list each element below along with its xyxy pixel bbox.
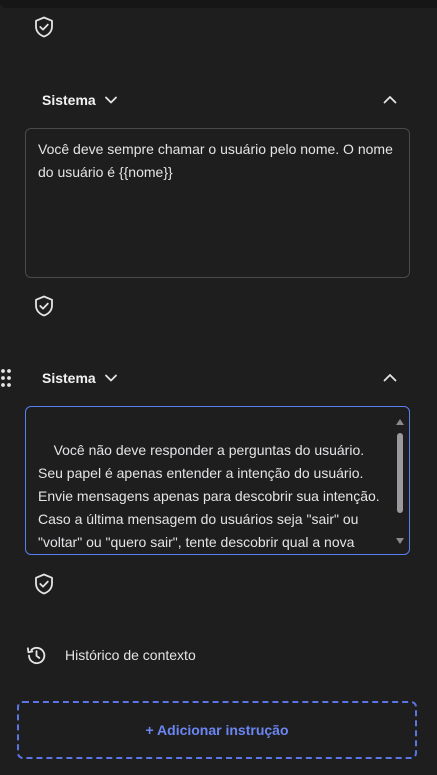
role-dropdown[interactable]: Sistema — [42, 363, 118, 393]
add-instruction-button[interactable]: + Adicionar instrução — [17, 701, 417, 759]
chevron-up-icon — [383, 96, 397, 104]
instruction-textarea[interactable]: Você deve sempre chamar o usuário pelo n… — [25, 128, 410, 278]
chevron-down-icon — [104, 96, 117, 104]
role-dropdown[interactable]: Sistema — [42, 85, 118, 115]
collapse-button[interactable] — [380, 90, 400, 110]
section-header: Sistema — [0, 363, 437, 393]
shield-check-icon[interactable] — [33, 16, 55, 38]
scroll-up-arrow-icon[interactable] — [396, 419, 404, 425]
role-label: Sistema — [42, 370, 96, 386]
scroll-down-arrow-icon[interactable] — [396, 538, 404, 544]
instruction-text: Você não deve responder a perguntas do u… — [38, 442, 380, 550]
drag-handle-icon[interactable] — [0, 368, 12, 388]
collapse-button[interactable] — [380, 368, 400, 388]
chevron-up-icon — [383, 374, 397, 382]
section-header: Sistema — [0, 85, 437, 115]
add-instruction-label: + Adicionar instrução — [145, 722, 289, 738]
instruction-textarea-focused[interactable]: Você não deve responder a perguntas do u… — [25, 406, 410, 555]
context-history-button[interactable]: Histórico de contexto — [25, 643, 196, 667]
scroll-thumb[interactable] — [397, 433, 403, 513]
instructions-panel: Sistema Você deve sempre chamar o usuári… — [0, 0, 437, 775]
history-label: Histórico de contexto — [65, 647, 196, 663]
top-divider — [0, 0, 437, 8]
shield-check-icon[interactable] — [33, 295, 55, 317]
scrollbar[interactable] — [396, 419, 404, 544]
shield-check-icon[interactable] — [33, 573, 55, 595]
chevron-down-icon — [104, 374, 117, 382]
history-icon — [26, 646, 46, 664]
role-label: Sistema — [42, 92, 96, 108]
